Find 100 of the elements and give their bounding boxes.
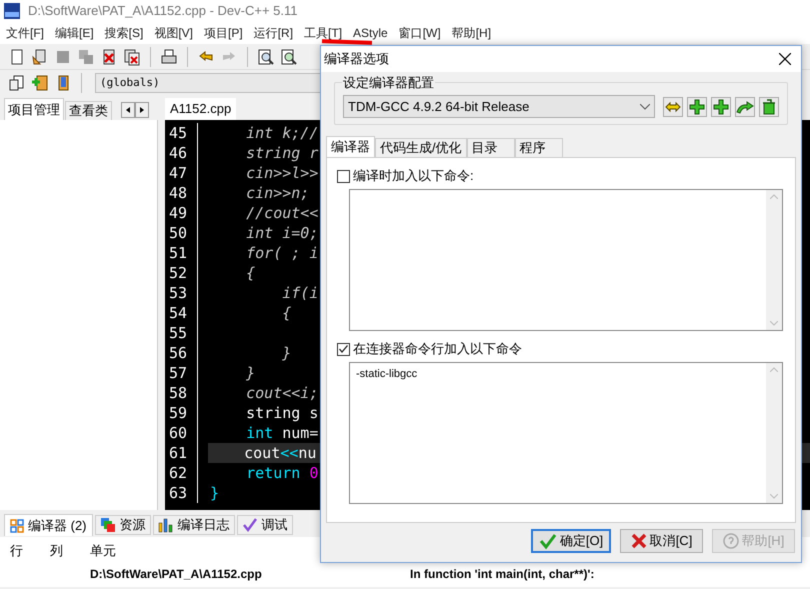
- line-number: 56: [168, 342, 188, 364]
- menu-item[interactable]: 窗口[W]: [398, 24, 441, 42]
- code-line: cout<<i;: [245, 383, 318, 403]
- panel-tab[interactable]: 项目管理: [4, 98, 64, 120]
- line-number: 49: [168, 202, 188, 224]
- search-page-icon[interactable]: [280, 48, 298, 66]
- trash-icon: [762, 98, 776, 114]
- toolbar-button[interactable]: [711, 96, 731, 116]
- menu-item[interactable]: 项目[P]: [204, 24, 243, 42]
- line-number: 63: [168, 482, 188, 504]
- menu-item[interactable]: 文件[F]: [6, 24, 44, 42]
- toolbar-button[interactable]: [735, 96, 755, 116]
- line-number: 52: [168, 262, 188, 284]
- toolbar-button[interactable]: [759, 96, 779, 116]
- cross-icon: [630, 533, 647, 549]
- scroll-right-button[interactable]: [135, 102, 149, 118]
- code-line: //cout<<: [245, 203, 318, 223]
- code-line: return 0: [245, 463, 318, 483]
- printer-icon[interactable]: [160, 48, 178, 66]
- menu-item[interactable]: 工具[T]: [304, 24, 342, 42]
- panel-tab[interactable]: 查看类: [65, 101, 112, 120]
- checkbox[interactable]: [337, 170, 350, 182]
- checkbox[interactable]: [337, 342, 350, 356]
- menu-item[interactable]: 运行[R]: [254, 24, 294, 42]
- file-tab[interactable]: A1152.cpp: [165, 98, 236, 120]
- code-line: if(i: [281, 283, 318, 303]
- chevron-down-icon: [640, 104, 650, 110]
- output-tab[interactable]: 编译日志: [152, 515, 234, 535]
- option-checkbox[interactable]: 在连接器命令行加入以下命令: [337, 339, 785, 359]
- line-number: 54: [168, 302, 188, 324]
- column-header: 列: [50, 542, 64, 560]
- compiler-select[interactable]: TDM-GCC 4.9.2 64-bit Release: [343, 95, 655, 118]
- menu-item[interactable]: AStyle: [353, 24, 388, 42]
- table-cell-text: D:\SoftWare\PAT_A\A1152.cpp: [90, 566, 263, 583]
- line-number: 50: [168, 222, 188, 244]
- grid-icon: [10, 518, 24, 532]
- check-mark-icon: [339, 345, 348, 353]
- output-tab[interactable]: 资源: [94, 515, 150, 535]
- curved-arrow-icon: [736, 100, 754, 114]
- add-file-icon[interactable]: [31, 74, 49, 92]
- dialog-button[interactable]: 确定[O]: [531, 529, 611, 553]
- plus-icon: [689, 98, 705, 114]
- line-number: 51: [168, 242, 188, 264]
- check-mark-icon: [538, 532, 557, 550]
- line-number: 45: [168, 122, 188, 144]
- line-number: 58: [168, 382, 188, 404]
- toolbar-button[interactable]: [687, 96, 707, 116]
- code-line: int num=: [245, 423, 318, 443]
- scroll-left-button[interactable]: [121, 102, 135, 118]
- double-arrow-icon: [665, 100, 681, 114]
- left-arrow-icon: [126, 107, 130, 113]
- dialog-tab[interactable]: 编译器: [326, 136, 375, 157]
- search-icon[interactable]: [257, 48, 275, 66]
- check-mark-icon: [242, 517, 258, 533]
- line-number: 59: [168, 402, 188, 424]
- dialog-button[interactable]: 取消[C]: [620, 529, 703, 553]
- dialog-tab[interactable]: 程序: [514, 138, 563, 157]
- output-tab[interactable]: 调试: [236, 515, 292, 535]
- dialog-tab[interactable]: 代码生成/优化: [375, 138, 467, 157]
- code-line: cin>>n;: [245, 183, 310, 203]
- menu-item[interactable]: 视图[V]: [154, 24, 194, 42]
- line-number: 46: [168, 142, 188, 164]
- toolbar-button[interactable]: [663, 96, 683, 116]
- code-line: cin>>l>>: [245, 163, 318, 183]
- code-line: for( ; i: [245, 243, 318, 263]
- line-number: 47: [168, 162, 188, 184]
- code-line: {: [281, 303, 292, 323]
- bar-chart-icon: [158, 517, 174, 533]
- line-number: 57: [168, 362, 188, 384]
- command-text-area[interactable]: -static-libgcc: [349, 362, 783, 504]
- menu-item[interactable]: 搜索[S]: [104, 24, 144, 42]
- code-line: }: [281, 343, 292, 363]
- menu-item[interactable]: 帮助[H]: [452, 24, 492, 42]
- line-number: 55: [168, 322, 188, 344]
- code-line: int i=0;: [245, 223, 318, 243]
- help-icon: [722, 533, 739, 549]
- code-line: string r: [245, 143, 318, 163]
- dialog-title: 编译器选项: [324, 50, 389, 68]
- line-number: 60: [168, 422, 188, 444]
- dialog-tab[interactable]: 目录: [466, 138, 515, 157]
- app-logo-icon: [4, 3, 20, 19]
- line-number: 48: [168, 182, 188, 204]
- column-header: 单元: [90, 542, 116, 560]
- code-line: string s: [245, 403, 318, 423]
- code-line: int k;//: [245, 123, 318, 143]
- option-checkbox[interactable]: 编译时加入以下命令:: [337, 166, 785, 186]
- output-tab[interactable]: 编译器 (2): [4, 514, 92, 536]
- window-page-icon[interactable]: [8, 74, 26, 92]
- line-number: 53: [168, 282, 188, 304]
- code-line: }: [210, 483, 220, 503]
- table-cell-text: In function 'int main(int, char**)':: [410, 566, 594, 583]
- stacked-squares-icon: [100, 517, 116, 533]
- plus-icon: [713, 98, 729, 114]
- code-line: {: [245, 263, 256, 283]
- annotation-underline: [322, 39, 372, 45]
- close-all-icon[interactable]: [123, 48, 141, 66]
- code-line: cout<<nu: [243, 443, 316, 463]
- menu-item[interactable]: 编辑[E]: [55, 24, 94, 42]
- close-icon[interactable]: [779, 53, 791, 65]
- line-number: 61: [168, 442, 188, 464]
